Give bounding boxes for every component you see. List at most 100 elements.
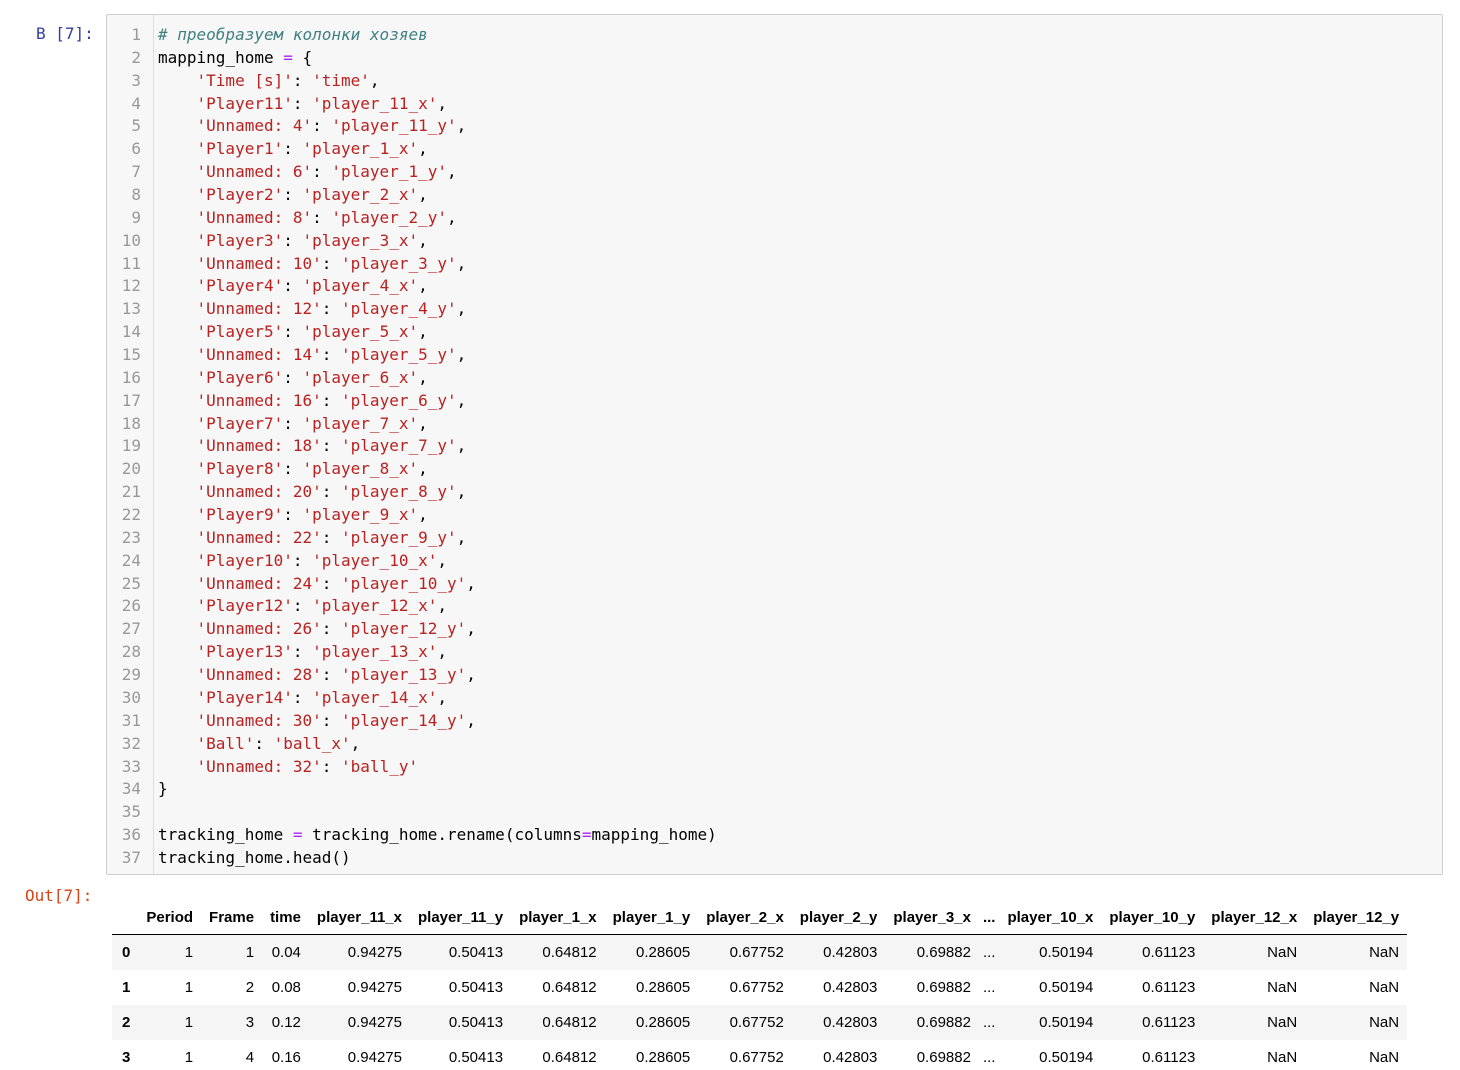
line-number: 26: [121, 596, 141, 616]
code-line: 11 'Unnamed: 10': 'player_3_y',: [107, 253, 1442, 276]
code-var: mapping_home: [158, 47, 274, 67]
table-cell: 0.28605: [635, 1049, 691, 1066]
mapping-value: 'time': [312, 70, 370, 90]
table-cell: 0.61123: [1142, 944, 1196, 961]
table-cell: 0.94275: [347, 1049, 402, 1066]
table-cell: 0.50194: [1039, 1014, 1094, 1031]
code-line: 25 'Unnamed: 24': 'player_10_y',: [107, 573, 1442, 596]
code-cell[interactable]: 1 # преобразуем колонки хозяев 2 mapping_ho…: [106, 14, 1443, 875]
mapping-key: 'Unnamed: 28': [196, 665, 322, 685]
table-cell: 0.94275: [347, 944, 402, 961]
code-line: 15 'Unnamed: 14': 'player_5_y',: [107, 344, 1442, 367]
row-index: 3: [122, 1049, 131, 1066]
mapping-value: 'player_11_x': [312, 93, 438, 113]
line-number: 30: [121, 687, 141, 707]
mapping-key: 'Unnamed: 6': [196, 162, 313, 182]
output-area: Period Frame time player_11_x player_11_y pla…: [112, 900, 1444, 1070]
code-line: 27 'Unnamed: 26': 'player_12_y',: [107, 618, 1442, 641]
mapping-key: 'Unnamed: 22': [196, 527, 322, 547]
mapping-value: 'player_11_y': [331, 116, 457, 136]
line-number: 15: [121, 345, 141, 365]
code-line: 26 'Player12': 'player_12_x',: [107, 595, 1442, 618]
code-line: 7 'Unnamed: 6': 'player_1_y',: [107, 161, 1442, 184]
line-number: 35: [121, 802, 141, 822]
mapping-key: 'Unnamed: 18': [196, 436, 322, 456]
code-line: 37 tracking_home.head(): [107, 847, 1442, 870]
code-text: 'Player5': 'player_5_x',: [196, 322, 428, 342]
table-cell: 0.69882: [916, 1049, 971, 1066]
mapping-value: 'player_2_y': [331, 207, 447, 227]
mapping-value: 'player_12_y': [341, 619, 467, 639]
code-line: 5 'Unnamed: 4': 'player_11_y',: [107, 115, 1442, 138]
code-text: 'Unnamed: 16': 'player_6_y',: [196, 390, 467, 410]
line-number: 33: [121, 756, 141, 776]
line-number: 12: [121, 276, 141, 296]
table-cell: 1: [184, 944, 194, 961]
mapping-value: 'player_14_y': [341, 710, 467, 730]
mapping-key: 'Player13': [196, 642, 293, 662]
mapping-key: 'Player6': [196, 367, 284, 387]
line-number: 18: [121, 413, 141, 433]
code-text: 'Unnamed: 32': 'ball_y': [196, 756, 419, 776]
mapping-value: 'player_1_x': [302, 139, 419, 159]
table-cell: 0.50413: [448, 1049, 504, 1066]
line-number: 11: [121, 253, 141, 273]
code-line: 14 'Player5': 'player_5_x',: [107, 321, 1442, 344]
line-number: 34: [121, 779, 141, 799]
code-line: 22 'Player9': 'player_9_x',: [107, 504, 1442, 527]
mapping-value: 'player_9_x': [302, 505, 419, 525]
line-number: 1: [131, 25, 141, 44]
mapping-key: 'Player11': [196, 93, 293, 113]
line-number: 3: [131, 70, 141, 90]
code-editor[interactable]: 1 # преобразуем колонки хозяев 2 mapping_ho…: [107, 24, 1442, 870]
code-line: 36 tracking_home = tracking_home.rename(c…: [107, 824, 1442, 847]
code-text: 'Unnamed: 30': 'player_14_y',: [196, 710, 476, 730]
code-assign-target: tracking_home: [158, 825, 284, 845]
line-number: 10: [121, 230, 141, 250]
table-cell: 0.69882: [916, 1014, 971, 1031]
code-line: 4 'Player11': 'player_11_x',: [107, 93, 1442, 116]
table-cell: ...: [982, 1014, 996, 1031]
code-line: 2 mapping_home = {: [107, 47, 1442, 70]
code-text: tracking_home = tracking_home.rename(col…: [158, 825, 717, 845]
code-text: mapping_home = {: [158, 47, 313, 67]
code-line: 12 'Player4': 'player_4_x',: [107, 275, 1442, 298]
table-cell: 2: [245, 979, 255, 996]
table-cell: NaN: [1267, 1014, 1298, 1031]
table-cell: 1: [184, 979, 194, 996]
mapping-value: 'player_6_x': [302, 367, 419, 387]
code-text: 'Player10': 'player_10_x',: [196, 550, 447, 570]
code-line: 17 'Unnamed: 16': 'player_6_y',: [107, 390, 1442, 413]
table-cell: 0.64812: [542, 979, 597, 996]
column-header: time: [270, 908, 301, 926]
line-number: 7: [131, 162, 141, 182]
table-cell: 0.50194: [1039, 1049, 1094, 1066]
table-cell: 0.61123: [1142, 979, 1196, 996]
code-line: 6 'Player1': 'player_1_x',: [107, 138, 1442, 161]
mapping-value: 'player_4_x': [302, 276, 419, 296]
code-text: # преобразуем колонки хозяев: [158, 24, 428, 47]
code-call-arg: mapping_home): [591, 825, 717, 845]
code-text: 'Unnamed: 24': 'player_10_y',: [196, 573, 476, 593]
column-header: player_12_y: [1313, 908, 1400, 926]
table-cell: 0.50194: [1039, 944, 1094, 961]
output-prompt: Out[7]:: [25, 886, 93, 905]
code-text: 'Player6': 'player_6_x',: [196, 367, 428, 387]
line-number: 5: [131, 116, 141, 136]
code-text: 'Player11': 'player_11_x',: [196, 93, 447, 113]
code-text: }: [158, 779, 168, 799]
line-number: 24: [121, 550, 141, 570]
line-number: 28: [121, 642, 141, 662]
table-cell: NaN: [1369, 1049, 1400, 1066]
table-cell: 0.50413: [448, 1014, 504, 1031]
code-text: 'Player7': 'player_7_x',: [196, 413, 428, 433]
table-cell: 0.04: [271, 944, 301, 961]
code-line: 10 'Player3': 'player_3_x',: [107, 230, 1442, 253]
mapping-value: 'player_5_y': [341, 345, 457, 365]
table-row: 2 1 3 0.12 0.94275 0.50413 0.64812 0.28605 0.677…: [112, 1005, 1408, 1040]
table-cell: 1: [184, 1014, 194, 1031]
table-cell: ...: [982, 979, 996, 996]
column-header: Period: [146, 908, 194, 926]
table-cell: NaN: [1267, 944, 1298, 961]
code-text: 'Player12': 'player_12_x',: [196, 596, 447, 616]
